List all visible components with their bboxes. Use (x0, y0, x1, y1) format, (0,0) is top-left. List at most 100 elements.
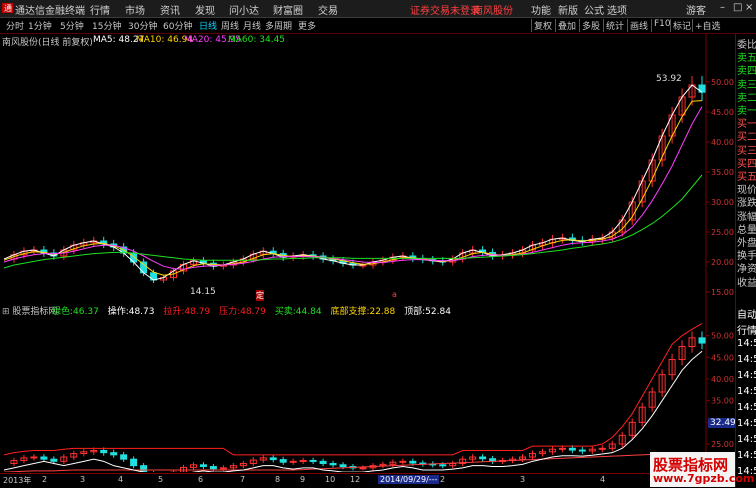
toolbar-diejia[interactable]: 叠加 (555, 19, 576, 32)
menu-xinban[interactable]: 新版 (558, 2, 578, 17)
high-price-label: 53.92 (656, 74, 682, 84)
menu-shichang[interactable]: 市场 (125, 2, 145, 17)
candle-body (30, 456, 38, 459)
marker-a[interactable]: a (392, 290, 397, 299)
date-tick-13: 3 (520, 475, 526, 484)
menu-xuanxiang[interactable]: 选项 (607, 2, 627, 17)
minimize-icon[interactable]: – (720, 2, 725, 13)
candle-body (339, 464, 347, 468)
title-bar: 通 通达信金融终端 行情 市场 资讯 发现 问小达 财富圈 交易 证券交易未登录… (0, 0, 756, 18)
candle-body (289, 460, 297, 463)
tick-label-0: 自动 (737, 310, 756, 321)
y-tick-label: 40.00 (711, 375, 734, 384)
maximize-icon[interactable]: □ (733, 2, 742, 13)
main-kline-panel[interactable]: 南风股份(日线 前复权) MA5: 48.27 MA10: 46.94 MA20… (0, 34, 734, 302)
period-monthly[interactable]: 月线 (243, 19, 261, 32)
candle-body (309, 459, 317, 462)
candle-body (578, 449, 586, 452)
candle-body (319, 460, 327, 464)
tick-label-8: 14:50 (737, 434, 756, 445)
date-tick-5: 6 (198, 475, 204, 484)
toolbar-add-watchlist[interactable]: +自选 (692, 19, 721, 32)
period-weekly[interactable]: 周线 (221, 19, 239, 32)
toolbar-fuquan[interactable]: 复权 (531, 19, 552, 32)
tick-label-2: 14:50 (737, 338, 756, 349)
period-more[interactable]: 更多 (298, 19, 316, 32)
quote-sidebar: 委比 卖五 卖四 卖三 卖二 卖一 买一 买二 买三 买四 买五 现价 涨跌 涨幅 总量 外盘 换手 净资 收益 自动… (735, 34, 756, 487)
toolbar-duogu[interactable]: 多股 (579, 19, 600, 32)
y-tick-label: 20.00 (711, 258, 734, 267)
y-tick-label: 40.00 (711, 138, 734, 147)
date-tick-7: 8 (275, 475, 281, 484)
user-guest[interactable]: 游客 (686, 2, 706, 17)
trade-login-alert[interactable]: 证券交易未登录 (410, 2, 480, 17)
tick-label-3: 14:50 (737, 354, 756, 365)
candle-body (40, 456, 48, 460)
date-tick-6: 7 (240, 475, 246, 484)
menu-gongneng[interactable]: 功能 (531, 2, 551, 17)
y-tick-label: 25.00 (711, 228, 734, 237)
menu-hangqing[interactable]: 行情 (90, 2, 110, 17)
close-icon[interactable]: × (745, 2, 753, 13)
period-multi[interactable]: 多周期 (265, 19, 292, 32)
candle-body (299, 459, 307, 462)
series-line-压力 (3, 323, 703, 456)
y-tick-label: 50.00 (711, 78, 734, 87)
period-1min[interactable]: 1分钟 (28, 19, 52, 32)
date-tick-9: 10 (325, 475, 336, 484)
menu-zixun[interactable]: 资讯 (160, 2, 180, 17)
indicator-chart[interactable]: 20.0025.0030.0035.0040.0045.0050.00 (0, 302, 735, 472)
quote-label-18: 收益 (737, 277, 756, 289)
menu-faxian[interactable]: 发现 (195, 2, 215, 17)
menu-gongshi[interactable]: 公式 (584, 2, 604, 17)
tick-label-6: 14:50 (737, 402, 756, 413)
marker-ding[interactable]: 定 (256, 290, 264, 301)
y-tick-label: 25.00 (711, 440, 734, 449)
kline-chart[interactable]: 15.00 20.00 25.00 30.00 35.00 40.00 45.00 50.00 (0, 34, 735, 302)
date-tick-0: 2013年 (3, 476, 32, 485)
date-tick-12: 2 (440, 475, 446, 484)
date-tick-11: 2014/09/29/--- (378, 475, 440, 484)
series-line-MA10 (3, 100, 703, 276)
candle-body (140, 465, 148, 472)
current-stock-tab[interactable]: 南风股份 (473, 2, 513, 17)
period-5min[interactable]: 5分钟 (60, 19, 84, 32)
candle-body (568, 447, 576, 451)
candle-body (199, 464, 207, 468)
date-tick-1: 2 (42, 475, 48, 484)
menu-jiaoyi[interactable]: 交易 (318, 2, 338, 17)
candle-body (120, 454, 128, 460)
low-price-label: 14.15 (190, 287, 216, 297)
candle-body (209, 466, 217, 470)
candle-body (100, 450, 108, 454)
date-tick-3: 4 (118, 475, 124, 484)
toolbar-biaoji[interactable]: 标记 (670, 19, 691, 32)
series-line-操作 (3, 350, 703, 472)
app-title: 通达信金融终端 (15, 6, 85, 17)
date-axis[interactable]: 2013年2345678910122014/09/29/---2345 (0, 473, 735, 488)
toolbar-tongji[interactable]: 统计 (603, 19, 624, 32)
date-tick-8: 9 (300, 475, 306, 484)
period-fenshi[interactable]: 分时 (6, 19, 24, 32)
period-30min[interactable]: 30分钟 (128, 19, 157, 32)
period-60min[interactable]: 60分钟 (163, 19, 192, 32)
menu-caifuquan[interactable]: 财富圈 (273, 2, 303, 17)
y-tick-label: 50.00 (711, 332, 734, 341)
candle-body (399, 460, 407, 463)
y-tick-label: 35.00 (711, 397, 734, 406)
toolbar-f10[interactable]: F10 (651, 19, 671, 32)
y-tick-label: 15.00 (711, 288, 734, 297)
toolbar-huaxian[interactable]: 画线 (627, 19, 648, 32)
date-tick-14: 4 (600, 475, 606, 484)
tick-label-9: 14:50 (737, 450, 756, 461)
period-daily[interactable]: 日线 (199, 19, 217, 32)
period-toolbar: 分时 1分钟 5分钟 15分钟 30分钟 60分钟 日线 周线 月线 多周期 更… (0, 18, 756, 34)
watermark-url: www.7gpzb.com (653, 472, 755, 485)
menu-wenxiaoda[interactable]: 问小达 (229, 2, 259, 17)
period-15min[interactable]: 15分钟 (92, 19, 121, 32)
indicator-panel[interactable]: ⊞ 股票指标网 绿色:46.37 操作:48.73 拉升:48.79 压力:48… (0, 302, 738, 472)
candle-body (219, 467, 227, 470)
y-tick-label: 30.00 (711, 198, 734, 207)
y-tick-label: 45.00 (711, 108, 734, 117)
app-logo-icon: 通 (2, 2, 13, 16)
